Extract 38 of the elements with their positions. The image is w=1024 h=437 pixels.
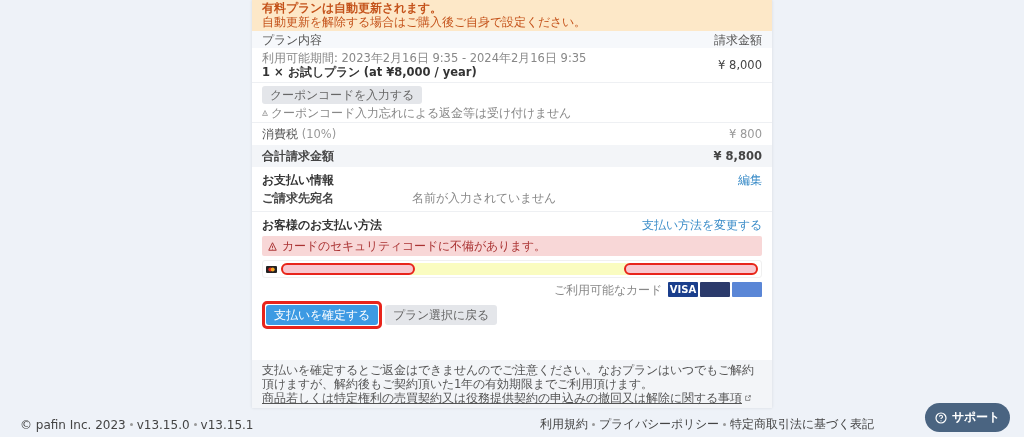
- footer-link[interactable]: 利用規約: [540, 416, 588, 433]
- notice-title: 有料プランは自動更新されます。: [262, 1, 443, 15]
- tax-label: 消費税 (10%): [262, 127, 337, 141]
- notes-text: 支払いを確定するとご返金はできませんのでご注意ください。なおプランはいつでもご解約頂けますが、解約後もご契約頂いた1年の有効期限までご利用頂けます。: [262, 363, 755, 391]
- period-text: 利用可能期間: 2023年2月16日 9:35 - 2024年2月16日 9:35: [262, 51, 587, 65]
- billing-value: 名前が入力されていません: [412, 191, 556, 205]
- support-button[interactable]: サポート: [925, 403, 1010, 432]
- card-logo-icon: VISA: [668, 282, 698, 297]
- billing-label: ご請求先宛名: [262, 191, 335, 205]
- version-text: v13.15.1: [200, 417, 254, 432]
- error-text: カードのセキュリティコードに不備があります。: [282, 239, 546, 253]
- copyright-text: © pafin Inc. 2023: [20, 417, 126, 432]
- legal-link[interactable]: 商品若しくは特定権利の売買契約又は役務提供契約の申込みの撤回又は解除に関する事項: [262, 391, 742, 405]
- footer-link[interactable]: プライバシーポリシー: [599, 416, 719, 433]
- tax-amount: ¥ 800: [729, 127, 762, 141]
- footer-link[interactable]: 特定商取引法に基づく表記: [730, 416, 874, 433]
- version-text: v13.15.0: [136, 417, 190, 432]
- notice-text: 自動更新を解除する場合はご購入後ご自身で設定ください。: [262, 15, 587, 29]
- column-header: 請求金額: [714, 32, 762, 47]
- warning-icon: [268, 241, 277, 251]
- edit-link[interactable]: 編集: [738, 173, 762, 187]
- total-label: 合計請求金額: [262, 149, 334, 163]
- accepted-cards-label: ご利用可能なカード: [554, 282, 662, 297]
- section-title: お支払い情報: [262, 173, 334, 187]
- card-brand-icon: [266, 265, 277, 273]
- coupon-button[interactable]: クーポンコードを入力する: [262, 86, 422, 104]
- change-payment-link[interactable]: 支払い方法を変更する: [642, 218, 762, 232]
- plan-amount: ¥ 8,000: [718, 58, 762, 72]
- external-link-icon: [745, 395, 751, 401]
- back-button[interactable]: プラン選択に戻る: [385, 305, 497, 325]
- card-number-field[interactable]: [281, 263, 758, 275]
- column-header: プラン内容: [262, 32, 322, 47]
- warning-icon: [262, 110, 268, 116]
- plan-name: 1 × お試しプラン (at ¥8,000 / year): [262, 65, 478, 79]
- section-title: お客様のお支払い方法: [262, 218, 382, 232]
- total-amount: ¥ 8,800: [713, 149, 762, 163]
- coupon-note: クーポンコード入力忘れによる返金等は受け付けません: [271, 106, 571, 120]
- help-icon: [935, 411, 947, 424]
